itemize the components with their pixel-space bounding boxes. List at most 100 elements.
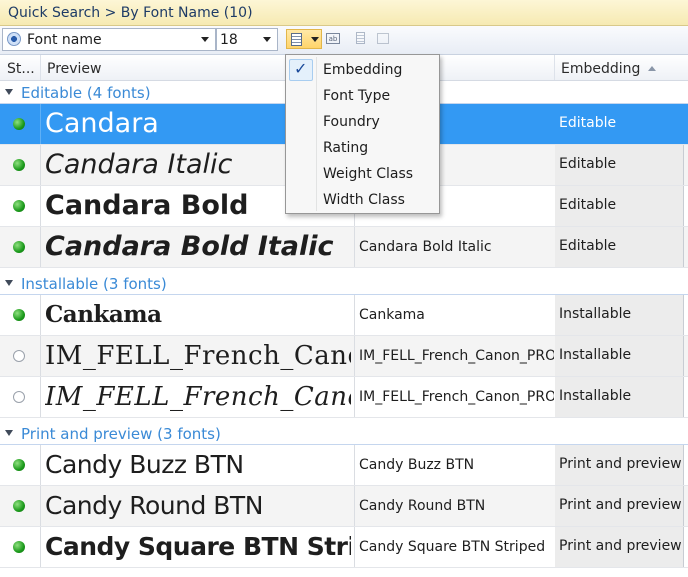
cell-divider (40, 527, 41, 567)
chevron-down-icon (201, 37, 209, 42)
active-status-icon (13, 541, 25, 553)
active-status-icon (13, 159, 25, 171)
collapse-icon (377, 33, 389, 44)
cell-divider (354, 445, 355, 485)
menu-item-label: Width Class (323, 192, 405, 208)
columns-icon (291, 33, 302, 46)
table-row[interactable]: Candy Buzz BTN Candy Buzz BTN Print and … (0, 445, 688, 486)
menu-item-rating[interactable]: Rating (288, 136, 437, 160)
menu-item-width-class[interactable]: Width Class (288, 188, 437, 212)
column-status[interactable]: St... (7, 61, 35, 77)
menu-item-label: Font Type (323, 88, 391, 104)
menu-item-label: Embedding (323, 62, 403, 78)
collapse-triangle-icon[interactable] (5, 89, 13, 95)
font-size-combo[interactable]: 18 (216, 28, 278, 51)
font-name: Candy Buzz BTN (359, 457, 475, 473)
eye-icon (7, 32, 21, 46)
collapse-groups-button[interactable] (374, 29, 394, 49)
font-preview: Candara Bold Italic (45, 231, 334, 262)
menu-item-label: Foundry (323, 114, 380, 130)
menu-item-label: Rating (323, 140, 369, 156)
font-preview: Candy Buzz BTN (45, 450, 244, 479)
cell-divider (683, 227, 684, 267)
font-name-filter-text: Font name (27, 32, 102, 48)
embedding-value: Installable (555, 336, 683, 376)
menu-item-foundry[interactable]: Foundry (288, 110, 437, 134)
cell-divider (40, 145, 41, 185)
cell-divider (354, 295, 355, 335)
columns-menu-button[interactable] (286, 29, 322, 49)
embedding-value: Editable (555, 227, 683, 267)
font-size-value: 18 (220, 32, 238, 48)
active-status-icon (13, 118, 25, 130)
cell-divider (40, 104, 41, 144)
embedding-value: Editable (555, 104, 683, 144)
cell-divider (40, 377, 41, 417)
cell-divider (683, 377, 684, 417)
collapse-triangle-icon[interactable] (5, 430, 13, 436)
cell-divider (40, 445, 41, 485)
chevron-down-icon (263, 37, 271, 42)
group-header-installable[interactable]: Installable (3 fonts) (0, 272, 688, 295)
tree-icon (356, 32, 365, 44)
collapse-triangle-icon[interactable] (5, 280, 13, 286)
quick-search-title: Quick Search > By Font Name (10) (0, 0, 688, 26)
sample-text-button[interactable]: ab (323, 29, 343, 49)
cell-divider (683, 186, 684, 226)
embedding-value: Installable (555, 295, 683, 335)
font-name: Candara Bold Italic (359, 239, 492, 255)
embedding-value: Installable (555, 377, 683, 417)
active-status-icon (13, 241, 25, 253)
embedding-value: Print and preview (555, 527, 683, 567)
group-label: Print and preview (3 fonts) (21, 425, 221, 443)
column-divider[interactable] (554, 55, 555, 80)
inactive-status-icon (13, 391, 25, 403)
inactive-status-icon (13, 350, 25, 362)
chevron-down-icon (311, 37, 319, 42)
font-name: Candy Square BTN Striped (359, 539, 546, 555)
embedding-value: Print and preview (555, 445, 683, 485)
cell-divider (40, 186, 41, 226)
cell-divider (40, 486, 41, 526)
cell-divider (40, 227, 41, 267)
cell-divider (683, 527, 684, 567)
table-row[interactable]: IM_FELL_French_Canon IM_FELL_French_Cano… (0, 336, 688, 377)
menu-item-weight-class[interactable]: Weight Class (288, 162, 437, 186)
font-name: Candy Round BTN (359, 498, 486, 514)
font-name-filter-combo[interactable]: Font name (2, 28, 216, 51)
embedding-value: Editable (555, 145, 683, 185)
menu-item-embedding[interactable]: ✓ Embedding (288, 58, 437, 82)
active-status-icon (13, 309, 25, 321)
column-chooser-menu: ✓ Embedding Font Type Foundry Rating Wei… (285, 54, 440, 214)
ab-icon: ab (326, 33, 340, 44)
menu-item-font-type[interactable]: Font Type (288, 84, 437, 108)
expand-groups-button[interactable] (352, 29, 372, 49)
toolbar: Font name 18 ab (0, 26, 688, 55)
font-preview: Cankama (45, 301, 162, 328)
table-row[interactable]: Candy Round BTN Candy Round BTN Print an… (0, 486, 688, 527)
group-header-print-and-preview[interactable]: Print and preview (3 fonts) (0, 422, 688, 445)
active-status-icon (13, 500, 25, 512)
cell-divider (354, 527, 355, 567)
column-preview[interactable]: Preview (47, 61, 102, 77)
cell-divider (40, 295, 41, 335)
cell-divider (354, 377, 355, 417)
font-preview: IM_FELL_French_Canon (45, 341, 351, 371)
embedding-value: Print and preview (555, 486, 683, 526)
table-row[interactable]: Candy Square BTN Striped Candy Square BT… (0, 527, 688, 568)
cell-divider (683, 445, 684, 485)
table-row[interactable]: Cankama Cankama Installable (0, 295, 688, 336)
table-row[interactable]: Candara Bold Italic Candara Bold Italic … (0, 227, 688, 268)
cell-divider (354, 486, 355, 526)
menu-item-label: Weight Class (323, 166, 414, 182)
font-preview: IM_FELL_French_Canon (45, 382, 351, 412)
column-embedding[interactable]: Embedding (561, 61, 640, 77)
active-status-icon (13, 459, 25, 471)
column-divider[interactable] (40, 55, 41, 80)
active-status-icon (13, 200, 25, 212)
font-name: Cankama (359, 307, 425, 323)
font-name: IM_FELL_French_Canon_PRO_R (359, 348, 554, 364)
font-preview: Candy Square BTN Striped (45, 532, 351, 561)
table-row[interactable]: IM_FELL_French_Canon IM_FELL_French_Cano… (0, 377, 688, 418)
embedding-value: Editable (555, 186, 683, 226)
